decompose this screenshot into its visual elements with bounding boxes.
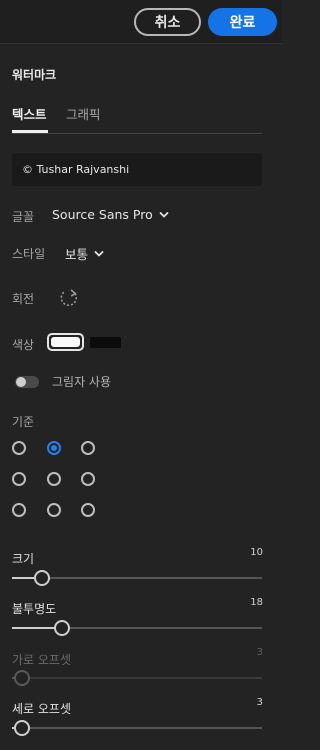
color-swatch-black[interactable] (90, 337, 121, 348)
anchor-radio-r2-c2[interactable] (81, 503, 95, 517)
style-dropdown[interactable]: 보통 (65, 244, 104, 263)
chevron-down-icon (159, 211, 169, 217)
tab-text[interactable]: 텍스트 (12, 104, 47, 123)
anchor-radio-r1-c2[interactable] (81, 472, 95, 486)
rotation-label: 회전 (12, 292, 35, 306)
cancel-button[interactable]: 취소 (134, 8, 201, 36)
vertical-offset-slider-track[interactable] (12, 727, 262, 729)
anchor-radio-r0-c0[interactable] (12, 441, 26, 455)
anchor-radio-r0-c1[interactable] (47, 441, 61, 455)
opacity-value: 18 (250, 597, 263, 608)
style-label: 스타일 (12, 247, 46, 261)
size-value: 10 (250, 547, 263, 558)
anchor-radio-r1-c1[interactable] (47, 472, 61, 486)
size-slider-thumb[interactable] (34, 570, 50, 586)
shadow-label: 그림자 사용 (52, 375, 112, 389)
font-dropdown[interactable]: Source Sans Pro (52, 207, 169, 222)
horizontal-offset-value: 3 (256, 647, 263, 658)
style-value: 보통 (65, 247, 89, 262)
size-label: 크기 (12, 552, 35, 566)
shadow-toggle[interactable] (15, 376, 39, 388)
horizontal-offset-slider-track (12, 677, 262, 679)
anchor-radio-r1-c0[interactable] (12, 472, 26, 486)
font-label: 글꼴 (12, 210, 35, 224)
opacity-label: 불투명도 (12, 602, 57, 616)
tab-bar: 텍스트 그래픽 (12, 104, 262, 134)
active-tab-indicator (12, 130, 48, 133)
anchor-radio-r0-c2[interactable] (81, 441, 95, 455)
anchor-label: 기준 (12, 415, 35, 429)
anchor-radio-r2-c0[interactable] (12, 503, 26, 517)
color-label: 색상 (12, 338, 35, 352)
vertical-offset-value: 3 (256, 697, 263, 708)
opacity-slider-thumb[interactable] (54, 620, 70, 636)
anchor-radio-r2-c1[interactable] (47, 503, 61, 517)
panel-title: 워터마크 (12, 68, 57, 82)
horizontal-offset-label: 가로 오프셋 (12, 653, 72, 667)
chevron-down-icon (94, 250, 104, 256)
watermark-text-input[interactable]: © Tushar Rajvanshi (12, 153, 262, 186)
done-button[interactable]: 완료 (208, 8, 277, 36)
horizontal-offset-slider-thumb (14, 670, 30, 686)
color-swatch-white[interactable] (47, 333, 84, 351)
font-value: Source Sans Pro (52, 207, 153, 222)
vertical-offset-slider-thumb[interactable] (14, 720, 30, 736)
tab-graphic[interactable]: 그래픽 (66, 104, 101, 123)
opacity-slider-track[interactable] (12, 627, 262, 629)
rotate-icon[interactable] (58, 287, 80, 309)
top-bar: 취소 완료 (0, 0, 282, 44)
vertical-offset-label: 세로 오프셋 (12, 702, 72, 716)
